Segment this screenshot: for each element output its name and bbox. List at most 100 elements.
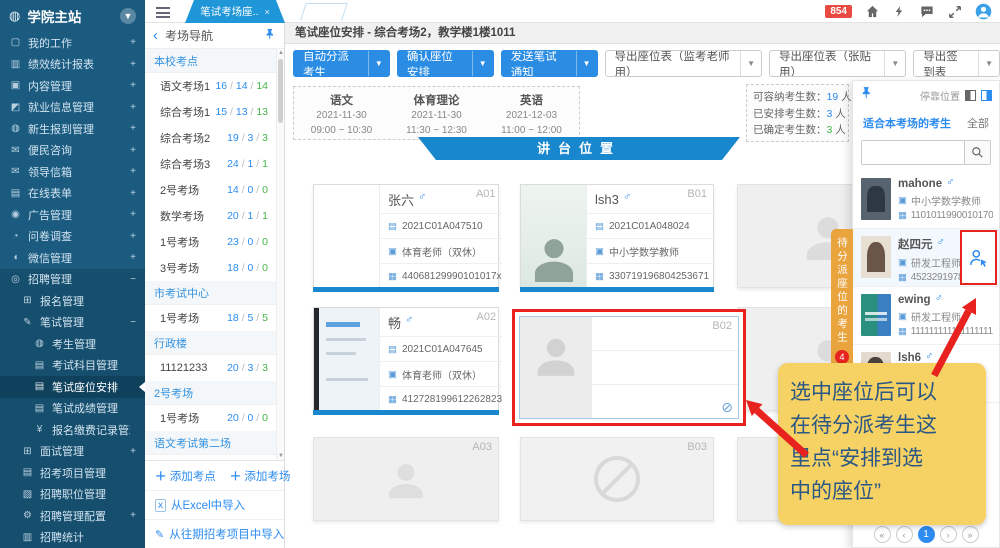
sidebar-item[interactable]: ✉ 领导信箱 + xyxy=(0,161,145,183)
expand-toggle-icon[interactable]: + xyxy=(130,209,136,220)
import-history-button[interactable]: ✎ 从往期招考项目中导入 xyxy=(145,519,284,548)
sidebar-item[interactable]: ◎ 招聘管理 − xyxy=(0,269,145,291)
exam-room-row[interactable]: 综合考场3 24 / 1 / 1 xyxy=(145,151,276,177)
chevron-down-icon[interactable]: ▼ xyxy=(120,8,136,24)
candidate-search-input[interactable] xyxy=(862,141,964,164)
new-tab-placeholder[interactable] xyxy=(300,3,348,20)
sidebar-item[interactable]: ◍ 考生管理 xyxy=(0,333,145,355)
expand-toggle-icon[interactable]: + xyxy=(130,59,136,70)
expand-toggle-icon[interactable]: + xyxy=(130,510,136,521)
exam-room-row[interactable]: 语文考场1 16 / 14 / 14 xyxy=(145,73,276,99)
chat-icon[interactable] xyxy=(919,4,935,19)
tab-all-candidates[interactable]: 全部 xyxy=(967,115,989,131)
toolbar-button[interactable]: 自动分派考生 ▼ xyxy=(293,50,390,77)
expand-toggle-icon[interactable]: + xyxy=(130,80,136,91)
hamburger-menu-icon[interactable] xyxy=(156,7,170,21)
exam-room-row[interactable]: 综合考场1 15 / 13 / 13 xyxy=(145,99,276,125)
pagination-button[interactable]: « xyxy=(874,526,891,543)
exam-room-row[interactable]: 综合考场2 19 / 3 / 3 xyxy=(145,125,276,151)
expand-toggle-icon[interactable]: + xyxy=(130,123,136,134)
candidate-row-highlighted[interactable]: 赵四元♂ ▣研发工程师 ▦45232919780911 xyxy=(853,229,999,287)
exam-room-row[interactable]: 1号考场 23 / 0 / 0 xyxy=(145,229,276,255)
toolbar-button[interactable]: 导出座位表（监考老师用） ▼ xyxy=(605,50,762,77)
sidebar-item[interactable]: ▢ 我的工作 + xyxy=(0,32,145,54)
expand-toggle-icon[interactable]: + xyxy=(130,102,136,113)
sidebar-item[interactable]: ⚙ 招聘管理配置 + xyxy=(0,505,145,527)
sidebar-item[interactable]: ▤ 在线表单 + xyxy=(0,183,145,205)
notification-count-badge[interactable]: 854 xyxy=(825,5,852,18)
disable-seat-icon[interactable]: ⊘ xyxy=(721,399,733,416)
user-avatar[interactable] xyxy=(975,3,992,20)
dock-left-icon[interactable] xyxy=(965,90,976,101)
scroll-up-icon[interactable]: ▲ xyxy=(277,50,285,56)
toolbar-button[interactable]: 导出签到表 ▼ xyxy=(913,50,1000,77)
toolbar-button[interactable]: 发送笔试通知 ▼ xyxy=(501,50,598,77)
pagination-button[interactable]: ‹ xyxy=(896,526,913,543)
sidebar-item[interactable]: ⊞ 报名管理 xyxy=(0,290,145,312)
exam-room-row[interactable]: 数学考场 20 / 1 / 1 xyxy=(145,203,276,229)
expand-toggle-icon[interactable]: + xyxy=(130,166,136,177)
sidebar-item[interactable]: ◩ 就业信息管理 + xyxy=(0,97,145,119)
exam-room-row[interactable]: 1号考场 20 / 0 / 0 xyxy=(145,405,276,431)
expand-toggle-icon[interactable]: + xyxy=(130,37,136,48)
pin-icon[interactable] xyxy=(860,86,873,104)
sidebar-item[interactable]: ▥ 绩效统计报表 + xyxy=(0,54,145,76)
add-room-button[interactable]: ＋ 添加考场 xyxy=(230,468,291,484)
home-icon[interactable] xyxy=(865,4,880,19)
pagination-button[interactable]: › xyxy=(940,526,957,543)
sidebar-item[interactable]: ◍ 新生报到管理 + xyxy=(0,118,145,140)
sidebar-item[interactable]: ⊞ 面试管理 + xyxy=(0,441,145,463)
close-tab-icon[interactable]: × xyxy=(265,7,270,17)
sidebar-item[interactable]: ▤ 考试科目管理 xyxy=(0,355,145,377)
toolbar-button[interactable]: 确认座位安排 ▼ xyxy=(397,50,494,77)
exam-room-row[interactable]: 2号考场 14 / 0 / 0 xyxy=(145,177,276,203)
dock-right-icon[interactable] xyxy=(981,90,992,101)
pin-icon[interactable] xyxy=(264,27,276,45)
brand-header[interactable]: ◍ 学院主站 ▼ xyxy=(0,0,145,32)
import-excel-button[interactable]: x 从Excel中导入 xyxy=(145,490,284,519)
dropdown-caret-icon[interactable]: ▼ xyxy=(978,51,999,76)
pagination-button[interactable]: 1 xyxy=(918,526,935,543)
expand-toggle-icon[interactable]: + xyxy=(130,188,136,199)
expand-toggle-icon[interactable]: − xyxy=(130,317,136,328)
sidebar-item[interactable]: ▤ 笔试成绩管理 xyxy=(0,398,145,420)
toolbar-button[interactable]: 导出座位表（张贴用） ▼ xyxy=(769,50,906,77)
sidebar-item[interactable]: ▧ 招聘职位管理 xyxy=(0,484,145,506)
add-site-button[interactable]: ＋ 添加考点 xyxy=(155,468,216,484)
seat-card-a02[interactable]: A02 畅♂ ▤2021C01A047645 ▣体育老师（双休） ▦412728… xyxy=(313,307,499,411)
exam-room-row[interactable]: 1号考场 18 / 5 / 5 xyxy=(145,305,276,331)
dropdown-caret-icon[interactable]: ▼ xyxy=(884,51,905,76)
seat-card-a03[interactable]: A03 xyxy=(313,437,499,521)
sidebar-item[interactable]: ▤ 招考项目管理 xyxy=(0,462,145,484)
seat-card-a01[interactable]: A01 张六♂ ▤2021C01A047510 ▣体育老师（双休） ▦44068… xyxy=(313,184,499,288)
dropdown-caret-icon[interactable]: ▼ xyxy=(740,51,761,76)
candidate-row[interactable]: mahone♂ ▣中小学数学教师 ▦110101199001017030 xyxy=(853,171,999,229)
expand-toggle-icon[interactable]: + xyxy=(130,145,136,156)
bolt-icon[interactable] xyxy=(893,4,906,19)
scroll-down-icon[interactable]: ▼ xyxy=(277,453,285,459)
exam-room-row[interactable]: 本校考点 / / xyxy=(145,49,276,73)
pagination-button[interactable]: » xyxy=(962,526,979,543)
sidebar-item[interactable]: ▥ 招聘统计 xyxy=(0,527,145,548)
sidebar-item[interactable]: ✎ 笔试管理 − xyxy=(0,312,145,334)
scrollbar-thumb[interactable] xyxy=(278,59,283,123)
nav-scrollbar[interactable]: ▲ ▼ xyxy=(276,49,284,460)
sidebar-item[interactable]: ✉ 便民咨询 + xyxy=(0,140,145,162)
search-icon[interactable] xyxy=(964,141,990,164)
dropdown-caret-icon[interactable]: ▼ xyxy=(472,51,493,76)
sidebar-item[interactable]: ▣ 内容管理 + xyxy=(0,75,145,97)
expand-toggle-icon[interactable]: − xyxy=(130,274,136,285)
assign-to-selected-seat-button[interactable] xyxy=(960,230,997,285)
dropdown-caret-icon[interactable]: ▼ xyxy=(576,51,597,76)
sidebar-item[interactable]: ▤ 笔试座位安排 xyxy=(0,376,145,398)
expand-toggle-icon[interactable]: + xyxy=(130,446,136,457)
expand-toggle-icon[interactable]: + xyxy=(130,231,136,242)
exam-room-row[interactable]: 3号考场 18 / 0 / 0 xyxy=(145,255,276,281)
sidebar-item[interactable]: ¥ 报名缴费记录管理 xyxy=(0,419,145,441)
sidebar-item[interactable]: ◖ 微信管理 + xyxy=(0,247,145,269)
open-tab[interactable]: 笔试考场座.. × xyxy=(185,0,285,23)
sidebar-item[interactable]: ◔ 问卷调查 + xyxy=(0,226,145,248)
seat-card-b03-disabled[interactable]: B03 xyxy=(520,437,714,521)
exam-room-row[interactable]: 11121233 20 / 3 / 3 xyxy=(145,355,276,381)
expand-icon[interactable] xyxy=(948,5,962,19)
